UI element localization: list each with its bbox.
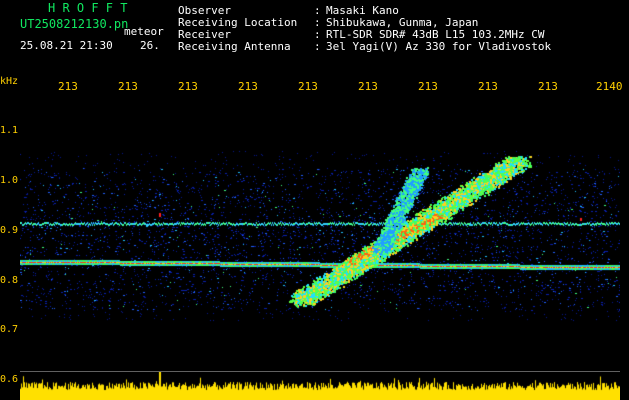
hrofft-spectrogram-display: H R O F F T UT2508212130.pn meteor 25.08…	[0, 0, 629, 400]
signal-level-floor	[20, 372, 620, 400]
spectrogram-canvas	[20, 95, 620, 371]
